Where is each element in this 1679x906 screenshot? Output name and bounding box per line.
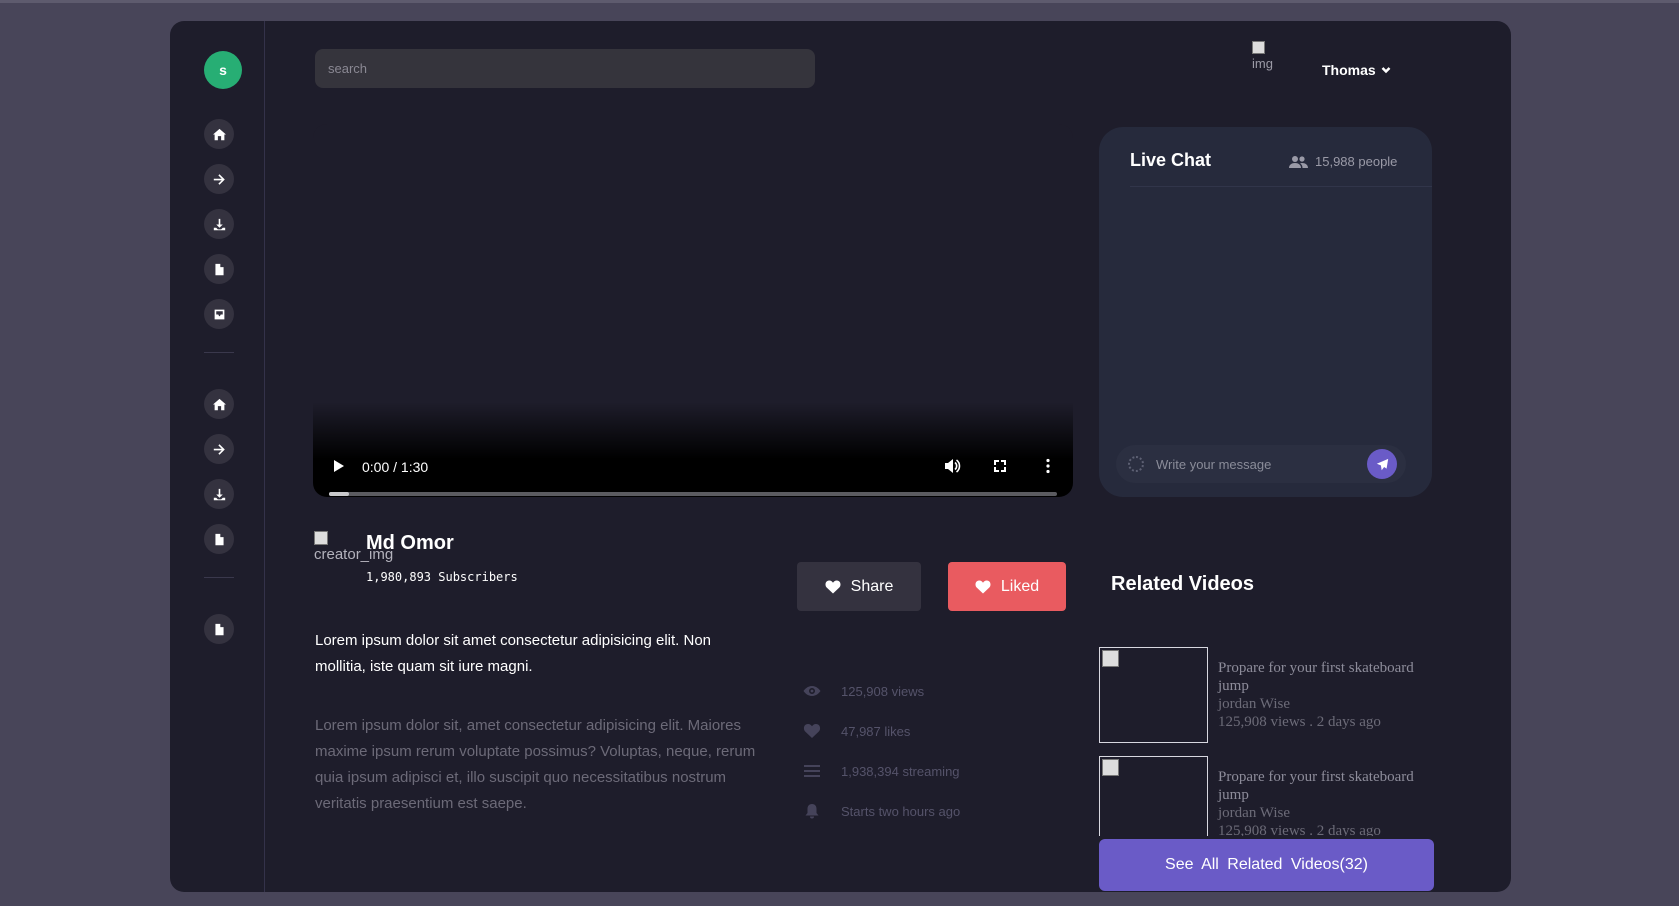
- share-button[interactable]: Share: [797, 562, 921, 611]
- file-icon: [214, 263, 224, 275]
- sidebar-inbox-button[interactable]: [204, 299, 234, 329]
- volume-icon: [945, 459, 961, 473]
- video-progress-fill: [329, 492, 349, 496]
- more-vertical-icon: [1046, 458, 1050, 474]
- sidebar-download-button-2[interactable]: [204, 479, 234, 509]
- sidebar-download-button[interactable]: [204, 209, 234, 239]
- related-video-item[interactable]: Propare for your first skateboard jump j…: [1099, 756, 1419, 836]
- logo[interactable]: s: [204, 51, 242, 89]
- fullscreen-icon: [994, 460, 1006, 472]
- live-chat-people-count: 15,988 people: [1289, 154, 1397, 169]
- send-message-button[interactable]: [1367, 449, 1397, 479]
- play-button[interactable]: [331, 459, 345, 473]
- video-controls-bar: [313, 402, 1073, 497]
- window-top-border: [0, 0, 1679, 3]
- creator-name[interactable]: Md Omor: [366, 532, 454, 555]
- chat-message-input[interactable]: [1156, 445, 1356, 483]
- stat-views: 125,908 views: [803, 683, 924, 699]
- related-video-thumbnail[interactable]: [1099, 756, 1208, 836]
- app-container: s search img Thomas 0:00 / 1:30 Live Cha…: [170, 21, 1511, 892]
- creator-subscribers: 1,980,893 Subscribers: [366, 570, 518, 584]
- more-options-button[interactable]: [1039, 457, 1057, 480]
- arrow-right-icon: [213, 443, 225, 455]
- stat-likes: 47,987 likes: [803, 723, 910, 739]
- heart-icon: [975, 580, 991, 594]
- bell-icon: [805, 804, 819, 819]
- home-icon: [212, 398, 226, 410]
- video-time: 0:00 / 1:30: [362, 459, 429, 475]
- arrow-right-icon: [213, 173, 225, 185]
- liked-button[interactable]: Liked: [948, 562, 1066, 611]
- inbox-icon: [214, 309, 224, 319]
- sidebar-arrow-button[interactable]: [204, 164, 234, 194]
- heart-icon: [825, 580, 841, 594]
- sidebar-file-button[interactable]: [204, 254, 234, 284]
- sidebar-arrow-button-2[interactable]: [204, 434, 234, 464]
- sidebar-home-button-2[interactable]: [204, 389, 234, 419]
- related-videos-title: Related Videos: [1111, 573, 1255, 595]
- search-input[interactable]: [315, 49, 815, 88]
- download-icon: [213, 218, 225, 230]
- sidebar-home-button[interactable]: [204, 119, 234, 149]
- user-avatar[interactable]: img: [1252, 41, 1278, 75]
- file-icon: [214, 533, 224, 545]
- related-video-meta: 125,908 views . 2 days ago: [1218, 714, 1381, 730]
- video-progress-bar[interactable]: [329, 492, 1057, 496]
- file-icon: [214, 623, 224, 635]
- sidebar: s: [170, 21, 265, 892]
- users-icon: [1289, 155, 1308, 168]
- related-video-meta: 125,908 views . 2 days ago: [1218, 823, 1381, 836]
- related-video-author: jordan Wise: [1218, 696, 1291, 712]
- related-video-author: jordan Wise: [1218, 805, 1291, 821]
- stat-starts: Starts two hours ago: [803, 803, 960, 819]
- volume-button[interactable]: [943, 457, 961, 480]
- sidebar-divider: [204, 577, 234, 578]
- related-video-title[interactable]: Propare for your first skateboard jump: [1218, 768, 1418, 804]
- chat-divider: [1130, 186, 1432, 187]
- list-icon: [804, 765, 820, 777]
- video-description-secondary: Lorem ipsum dolor sit, amet consectetur …: [315, 717, 756, 812]
- fullscreen-button[interactable]: [991, 457, 1009, 480]
- see-all-related-button[interactable]: See All Related Videos(32): [1099, 839, 1434, 891]
- sidebar-divider: [204, 352, 234, 353]
- user-name: Thomas: [1322, 62, 1376, 78]
- live-chat-panel: Live Chat 15,988 people: [1099, 127, 1432, 497]
- related-videos-list: Propare for your first skateboard jump j…: [1099, 647, 1419, 836]
- related-video-title[interactable]: Propare for your first skateboard jump: [1218, 659, 1418, 695]
- video-player[interactable]: 0:00 / 1:30: [313, 124, 1073, 497]
- heart-icon: [803, 724, 821, 738]
- chevron-down-icon: [1381, 67, 1391, 74]
- sidebar-file-button-2[interactable]: [204, 524, 234, 554]
- live-chat-title: Live Chat: [1130, 150, 1212, 170]
- eye-icon: [803, 686, 821, 696]
- play-icon: [334, 460, 344, 472]
- video-description: Lorem ipsum dolor sit amet consectetur a…: [315, 632, 712, 675]
- stat-streaming: 1,938,394 streaming: [803, 763, 960, 779]
- chat-input-wrapper: [1116, 445, 1406, 483]
- related-video-thumbnail[interactable]: [1099, 647, 1208, 743]
- download-icon: [213, 488, 225, 500]
- user-menu[interactable]: Thomas: [1322, 62, 1391, 78]
- home-icon: [212, 128, 226, 140]
- related-video-item[interactable]: Propare for your first skateboard jump j…: [1099, 647, 1419, 743]
- emoji-icon[interactable]: [1128, 456, 1144, 472]
- sidebar-file-button-3[interactable]: [204, 614, 234, 644]
- send-icon: [1376, 458, 1388, 470]
